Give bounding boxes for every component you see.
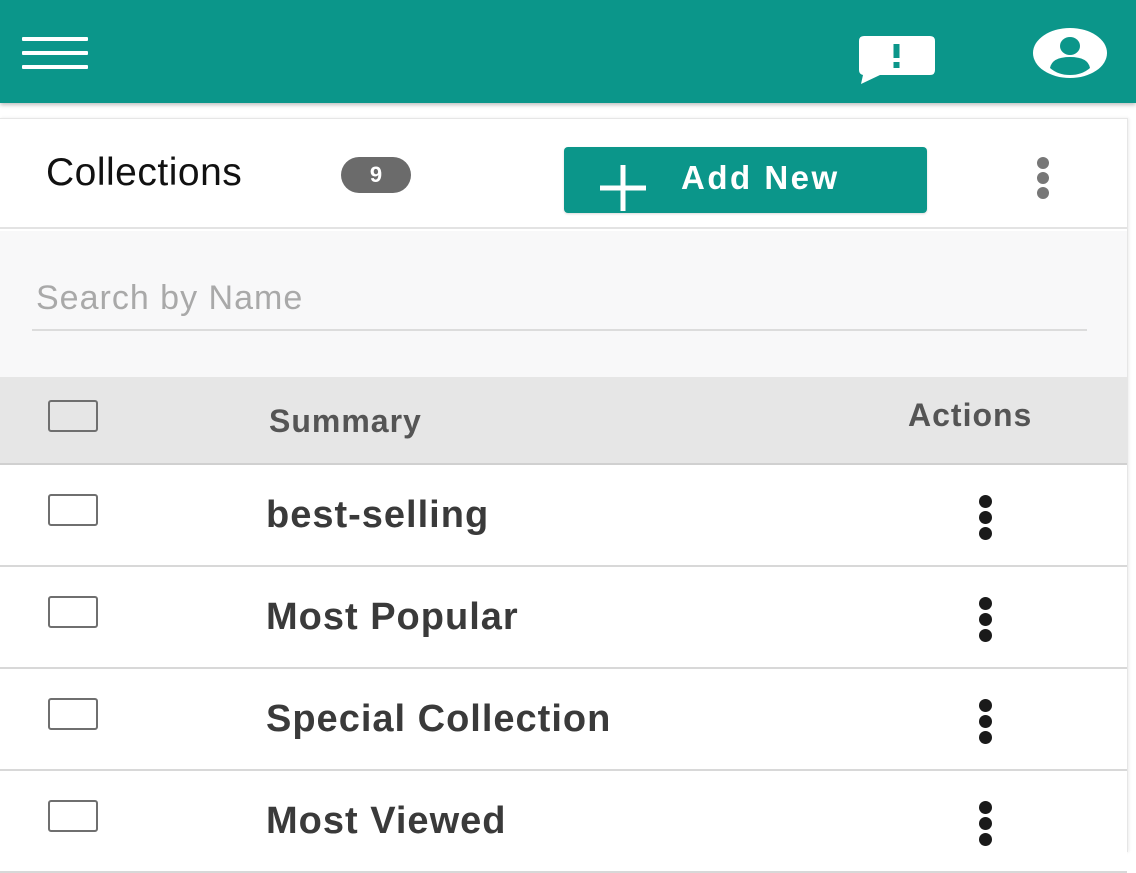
row-checkbox[interactable] xyxy=(48,596,98,628)
table-row[interactable]: Special Collection xyxy=(0,669,1127,771)
row-more-vertical-icon[interactable] xyxy=(966,801,1006,849)
count-badge: 9 xyxy=(341,157,411,193)
row-summary[interactable]: Most Popular xyxy=(266,596,519,639)
row-more-vertical-icon[interactable] xyxy=(966,597,1006,645)
row-summary[interactable]: Special Collection xyxy=(266,698,611,741)
row-checkbox[interactable] xyxy=(48,698,98,730)
column-header-actions: Actions xyxy=(908,397,1033,433)
search-input[interactable] xyxy=(32,267,1087,331)
add-new-button[interactable]: Add New xyxy=(564,147,927,213)
row-more-vertical-icon[interactable] xyxy=(966,495,1006,543)
hamburger-menu-icon[interactable] xyxy=(18,34,94,72)
add-new-label: Add New xyxy=(681,159,840,196)
table-row[interactable]: Most Viewed xyxy=(0,771,1127,873)
table-row[interactable]: Most Popular xyxy=(0,567,1127,669)
plus-icon xyxy=(600,165,646,211)
column-header-summary[interactable]: Summary xyxy=(269,403,422,440)
row-more-vertical-icon[interactable] xyxy=(966,699,1006,747)
feedback-icon[interactable] xyxy=(856,34,938,84)
row-checkbox[interactable] xyxy=(48,494,98,526)
page-title: Collections xyxy=(46,151,243,194)
table-row[interactable]: best-selling xyxy=(0,465,1127,567)
row-summary[interactable]: Most Viewed xyxy=(266,800,506,843)
row-summary[interactable]: best-selling xyxy=(266,494,489,537)
account-circle-icon[interactable] xyxy=(1030,27,1110,79)
table-header: Summary Actions xyxy=(0,377,1127,465)
app-bar xyxy=(0,0,1136,103)
row-checkbox[interactable] xyxy=(48,800,98,832)
card-header: Collections 9 Add New xyxy=(0,119,1127,229)
select-all-checkbox[interactable] xyxy=(48,400,98,432)
search-area xyxy=(0,231,1127,377)
more-vertical-icon[interactable] xyxy=(1022,155,1066,201)
collections-card: Collections 9 Add New Summary Actions be… xyxy=(0,118,1128,873)
